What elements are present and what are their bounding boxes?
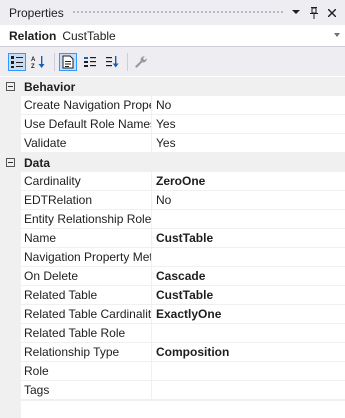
properties-window: Properties Relation CustTable A Z Behavi… [0,0,345,418]
property-value[interactable]: ZeroOne [152,172,345,191]
close-icon[interactable] [325,6,339,20]
property-row[interactable]: Validate Yes [0,134,345,153]
property-value[interactable]: CustTable [152,286,345,305]
row-margin [0,115,21,134]
property-row[interactable]: EDTRelation No [0,191,345,210]
row-margin [0,305,21,324]
property-name: Related Table Cardinality [21,305,152,324]
category-data[interactable]: Data [0,153,345,172]
row-margin [0,286,21,305]
property-value[interactable]: Composition [152,343,345,362]
property-row[interactable]: Create Navigation Property Methods No [0,96,345,115]
property-row[interactable]: Use Default Role Names Yes [0,115,345,134]
row-margin [0,210,21,229]
property-value[interactable]: No [152,191,345,210]
property-row[interactable]: Related Table CustTable [0,286,345,305]
row-margin [0,191,21,210]
events-button[interactable] [81,53,99,71]
collapse-icon[interactable] [0,82,21,91]
category-label: Behavior [24,79,76,94]
property-name: Relationship Type [21,343,152,362]
collapse-icon[interactable] [0,158,21,167]
property-row[interactable]: Role [0,362,345,381]
property-row[interactable]: On Delete Cascade [0,267,345,286]
alphabetical-icon: A Z [31,55,45,69]
row-margin [0,96,21,115]
property-name: Validate [21,134,152,153]
object-selector[interactable]: Relation CustTable [0,25,345,47]
row-margin [0,229,21,248]
property-name: Use Default Role Names [21,115,152,134]
property-value[interactable]: No [152,96,345,115]
categorized-button[interactable] [8,52,26,71]
property-name: EDTRelation [21,191,152,210]
category-label: Data [24,155,51,170]
property-name: Tags [21,381,152,400]
property-name: Create Navigation Property Methods [21,96,152,115]
property-pages-button[interactable] [132,53,150,71]
alphabetical-button[interactable]: A Z [30,53,48,71]
dropdown-icon[interactable] [289,6,303,20]
svg-text:Z: Z [31,64,35,69]
svg-text:A: A [31,57,36,63]
selector-dropdown-icon[interactable] [334,33,340,37]
object-name: CustTable [62,28,116,43]
property-value[interactable]: Cascade [152,267,345,286]
property-name: Related Table [21,286,152,305]
row-margin [0,172,21,191]
property-name: Role [21,362,152,381]
sort-icon [106,55,119,67]
categorized-icon [11,55,23,68]
property-grid: Behavior Create Navigation Property Meth… [0,77,345,400]
window-title: Properties [9,5,64,20]
property-name: Cardinality [21,172,152,191]
property-name: On Delete [21,267,152,286]
properties-toolbar: A Z [0,47,345,76]
property-value[interactable]: Yes [152,134,345,153]
property-row[interactable]: Tags [0,381,345,400]
property-row[interactable]: Name CustTable [0,229,345,248]
drag-grip[interactable] [71,10,283,15]
row-margin [0,362,21,381]
category-behavior[interactable]: Behavior [0,77,345,96]
property-value[interactable] [152,248,345,267]
row-margin [0,267,21,286]
property-value[interactable]: ExactlyOne [152,305,345,324]
property-name: Name [21,229,152,248]
row-margin [0,343,21,362]
events-icon [84,56,96,67]
property-value[interactable] [152,381,345,400]
toolbar-separator [54,52,55,71]
properties-button[interactable] [59,52,77,71]
property-name: Related Table Role [21,324,152,343]
property-value[interactable]: CustTable [152,229,345,248]
property-row[interactable]: Related Table Role [0,324,345,343]
property-row[interactable]: Navigation Property Methods [0,248,345,267]
object-kind: Relation [9,28,57,43]
row-margin [0,381,21,400]
property-name: Entity Relationship Role [21,210,152,229]
properties-page-icon [62,55,74,68]
property-row[interactable]: Entity Relationship Role [0,210,345,229]
property-value[interactable] [152,362,345,381]
toolbar-separator [127,52,128,71]
property-value[interactable] [152,324,345,343]
grid-empty-area [0,400,345,418]
row-margin [0,324,21,343]
title-bar: Properties [0,0,345,25]
property-value[interactable]: Yes [152,115,345,134]
sort-button[interactable] [103,53,121,71]
row-margin [0,134,21,153]
property-row[interactable]: Relationship Type Composition [0,343,345,362]
row-margin [0,248,21,267]
pin-icon[interactable] [307,6,321,20]
property-row[interactable]: Related Table Cardinality ExactlyOne [0,305,345,324]
property-name: Navigation Property Methods [21,248,152,267]
property-row[interactable]: Cardinality ZeroOne [0,172,345,191]
property-value[interactable] [152,210,345,229]
property-pages-wrench-icon [135,55,147,68]
